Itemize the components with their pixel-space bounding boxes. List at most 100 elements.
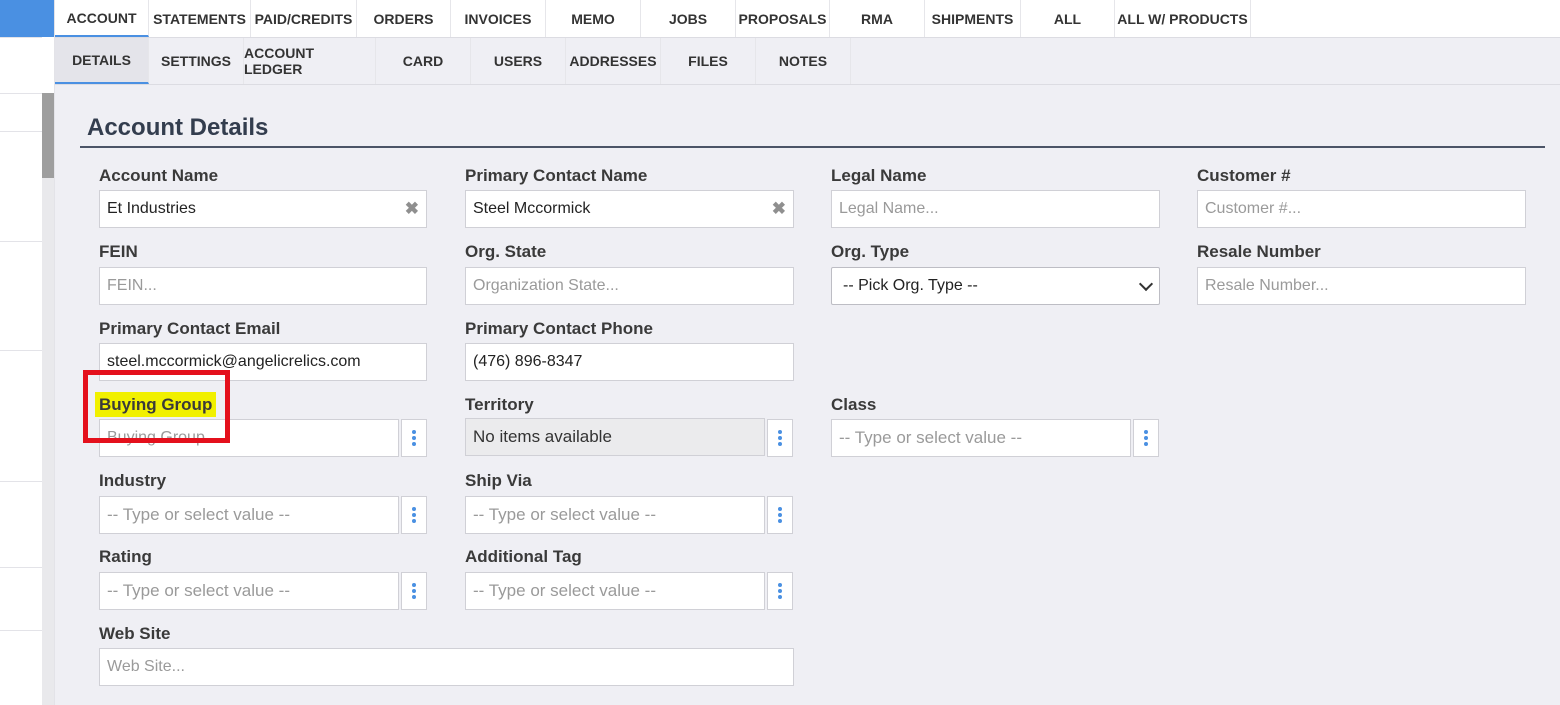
page-title: Account Details bbox=[87, 114, 269, 141]
scrollbar-track[interactable] bbox=[42, 178, 54, 705]
secondary-tab-bar: DETAILS SETTINGS ACCOUNT LEDGER CARD USE… bbox=[55, 38, 1560, 85]
class-label: Class bbox=[831, 395, 877, 414]
fein-label: FEIN bbox=[99, 242, 138, 261]
buying-group-label: Buying Group bbox=[99, 395, 213, 414]
tab-memo[interactable]: MEMO bbox=[546, 0, 641, 37]
fein-input[interactable]: FEIN... bbox=[99, 267, 427, 305]
org-type-label: Org. Type bbox=[831, 242, 910, 261]
tab-all[interactable]: ALL bbox=[1021, 0, 1115, 37]
ship-via-label: Ship Via bbox=[465, 471, 532, 490]
buying-group-input[interactable]: Buying Group bbox=[99, 419, 399, 457]
class-options-button[interactable] bbox=[1133, 419, 1159, 457]
tab-notes[interactable]: NOTES bbox=[756, 38, 851, 84]
account-name-value: Et Industries bbox=[107, 200, 196, 217]
sidebar-divider bbox=[0, 481, 42, 482]
tab-account[interactable]: ACCOUNT bbox=[55, 0, 149, 37]
primary-contact-email-label: Primary Contact Email bbox=[99, 319, 281, 338]
sidebar-divider bbox=[0, 350, 42, 351]
tab-proposals[interactable]: PROPOSALS bbox=[736, 0, 830, 37]
tab-orders[interactable]: ORDERS bbox=[357, 0, 451, 37]
class-input[interactable]: -- Type or select value -- bbox=[831, 419, 1131, 457]
vertical-dots-icon bbox=[412, 442, 416, 446]
tab-paid-credits[interactable]: PAID/CREDITS bbox=[251, 0, 357, 37]
resale-number-input[interactable]: Resale Number... bbox=[1197, 267, 1526, 305]
primary-contact-name-input[interactable]: Steel Mccormick ✖ bbox=[465, 190, 794, 228]
tab-statements[interactable]: STATEMENTS bbox=[149, 0, 251, 37]
chevron-down-icon bbox=[1138, 276, 1154, 292]
industry-label: Industry bbox=[99, 471, 167, 490]
tab-jobs[interactable]: JOBS bbox=[641, 0, 736, 37]
tab-card[interactable]: CARD bbox=[376, 38, 471, 84]
vertical-dots-icon bbox=[778, 595, 782, 599]
sidebar-header[interactable] bbox=[0, 0, 54, 37]
vertical-dots-icon bbox=[1144, 436, 1148, 440]
tab-account-ledger[interactable]: ACCOUNT LEDGER bbox=[244, 38, 376, 84]
vertical-dots-icon bbox=[412, 519, 416, 523]
tab-details[interactable]: DETAILS bbox=[55, 38, 149, 84]
primary-contact-phone-label: Primary Contact Phone bbox=[465, 319, 653, 338]
vertical-dots-icon bbox=[1144, 442, 1148, 446]
sidebar-divider bbox=[0, 241, 42, 242]
vertical-dots-icon bbox=[412, 436, 416, 440]
vertical-dots-icon bbox=[412, 430, 416, 434]
primary-contact-email-input[interactable]: steel.mccormick@angelicrelics.com bbox=[99, 343, 427, 381]
web-site-label: Web Site bbox=[99, 624, 171, 643]
additional-tag-label: Additional Tag bbox=[465, 547, 582, 566]
additional-tag-options-button[interactable] bbox=[767, 572, 793, 610]
customer-number-input[interactable]: Customer #... bbox=[1197, 190, 1526, 228]
tab-all-with-products[interactable]: ALL W/ PRODUCTS bbox=[1115, 0, 1251, 37]
vertical-dots-icon bbox=[778, 436, 782, 440]
scrollbar-thumb[interactable] bbox=[42, 93, 54, 178]
tab-addresses[interactable]: ADDRESSES bbox=[566, 38, 661, 84]
vertical-dots-icon bbox=[412, 513, 416, 517]
territory-input: No items available bbox=[465, 418, 765, 456]
tab-invoices[interactable]: INVOICES bbox=[451, 0, 546, 37]
clear-x-icon[interactable]: ✖ bbox=[772, 200, 786, 218]
vertical-dots-icon bbox=[412, 595, 416, 599]
primary-contact-name-label: Primary Contact Name bbox=[465, 166, 648, 185]
org-type-selected-value: -- Pick Org. Type -- bbox=[843, 277, 978, 294]
sidebar-divider bbox=[0, 131, 42, 132]
web-site-input[interactable]: Web Site... bbox=[99, 648, 794, 686]
buying-group-options-button[interactable] bbox=[401, 419, 427, 457]
customer-number-label: Customer # bbox=[1197, 166, 1291, 185]
left-sidebar bbox=[0, 0, 55, 705]
industry-input[interactable]: -- Type or select value -- bbox=[99, 496, 399, 534]
tab-files[interactable]: FILES bbox=[661, 38, 756, 84]
sidebar-divider bbox=[0, 567, 42, 568]
vertical-dots-icon bbox=[412, 589, 416, 593]
org-type-select[interactable]: -- Pick Org. Type -- bbox=[831, 267, 1160, 305]
org-state-input[interactable]: Organization State... bbox=[465, 267, 794, 305]
account-name-label: Account Name bbox=[99, 166, 219, 185]
tab-rma[interactable]: RMA bbox=[830, 0, 925, 37]
legal-name-input[interactable]: Legal Name... bbox=[831, 190, 1160, 228]
sidebar-divider bbox=[0, 93, 42, 94]
rating-input[interactable]: -- Type or select value -- bbox=[99, 572, 399, 610]
vertical-dots-icon bbox=[778, 442, 782, 446]
primary-contact-phone-input[interactable]: (476) 896-8347 bbox=[465, 343, 794, 381]
account-name-input[interactable]: Et Industries ✖ bbox=[99, 190, 427, 228]
rating-options-button[interactable] bbox=[401, 572, 427, 610]
territory-label: Territory bbox=[465, 395, 534, 414]
vertical-dots-icon bbox=[778, 513, 782, 517]
vertical-dots-icon bbox=[778, 430, 782, 434]
vertical-dots-icon bbox=[778, 519, 782, 523]
additional-tag-input[interactable]: -- Type or select value -- bbox=[465, 572, 765, 610]
sidebar-divider bbox=[0, 37, 42, 38]
ship-via-options-button[interactable] bbox=[767, 496, 793, 534]
primary-tab-bar: ACCOUNT STATEMENTS PAID/CREDITS ORDERS I… bbox=[55, 0, 1560, 38]
vertical-dots-icon bbox=[778, 583, 782, 587]
tab-users[interactable]: USERS bbox=[471, 38, 566, 84]
tab-settings[interactable]: SETTINGS bbox=[149, 38, 244, 84]
resale-number-label: Resale Number bbox=[1197, 242, 1321, 261]
vertical-dots-icon bbox=[778, 507, 782, 511]
vertical-dots-icon bbox=[412, 583, 416, 587]
clear-x-icon[interactable]: ✖ bbox=[405, 200, 419, 218]
industry-options-button[interactable] bbox=[401, 496, 427, 534]
vertical-dots-icon bbox=[412, 507, 416, 511]
ship-via-input[interactable]: -- Type or select value -- bbox=[465, 496, 765, 534]
vertical-dots-icon bbox=[1144, 430, 1148, 434]
territory-options-button[interactable] bbox=[767, 419, 793, 457]
org-state-label: Org. State bbox=[465, 242, 547, 261]
tab-shipments[interactable]: SHIPMENTS bbox=[925, 0, 1021, 37]
